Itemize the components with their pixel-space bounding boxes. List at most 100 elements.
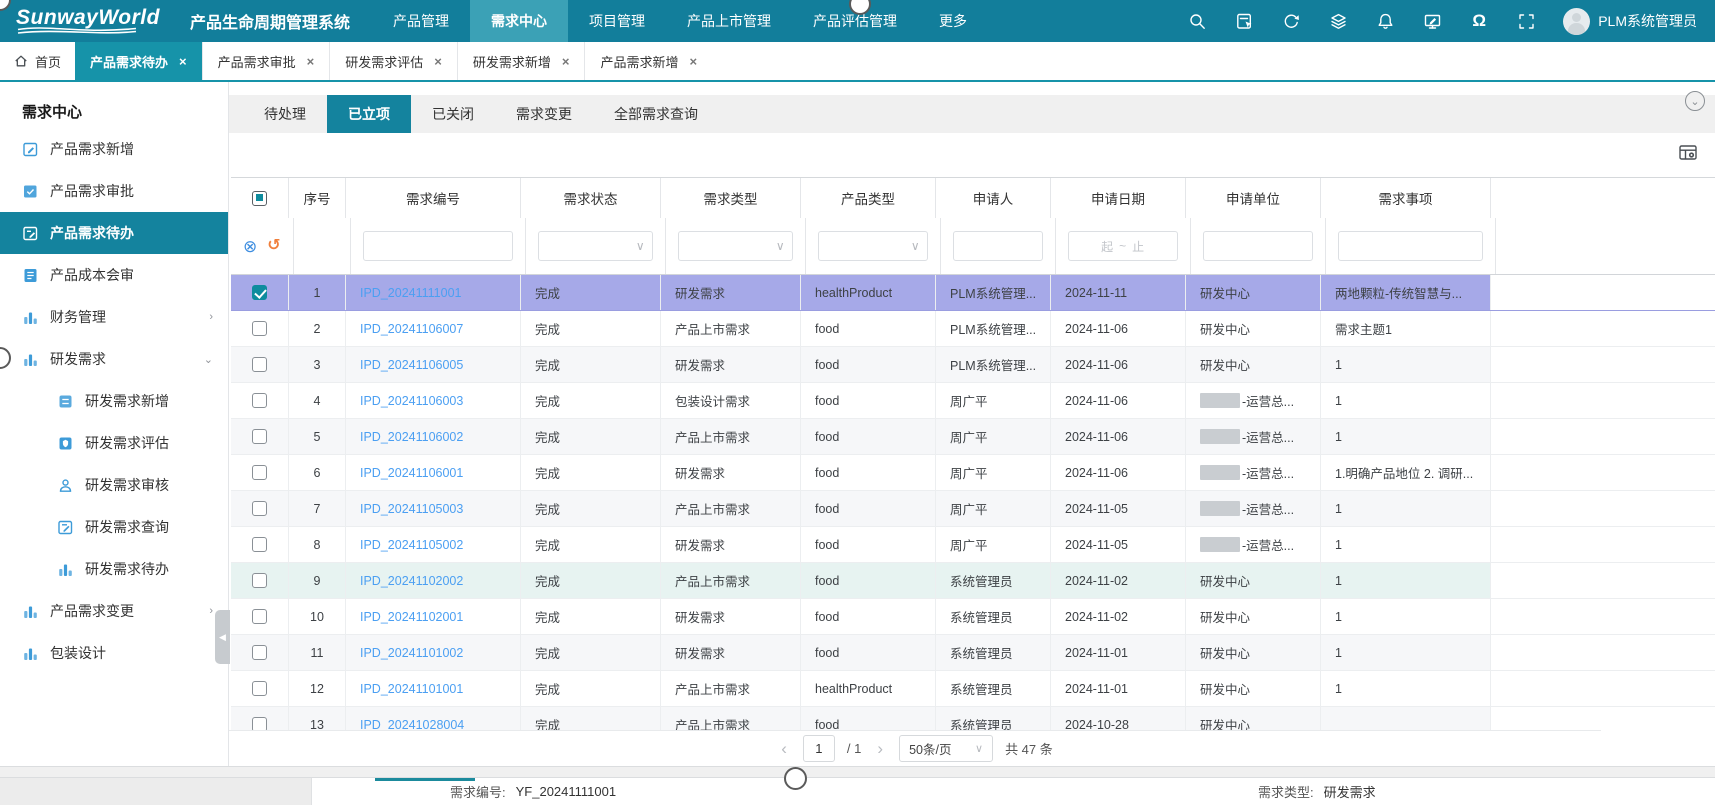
sidebar-item-4[interactable]: 财务管理› xyxy=(0,296,228,338)
search-icon[interactable] xyxy=(1187,11,1207,31)
sidebar-item-1[interactable]: 产品需求审批 xyxy=(0,170,228,212)
filter-daterange-7[interactable]: 起~止 xyxy=(1068,231,1178,261)
page-number-input[interactable]: 1 xyxy=(803,735,835,762)
table-row-6[interactable]: 6 IPD_20241106001 完成 研发需求 food 周广平 2024-… xyxy=(231,455,1715,491)
row-checkbox[interactable] xyxy=(252,645,267,660)
window-tab-3[interactable]: 研发需求新增× xyxy=(457,42,585,80)
sidebar-item-7[interactable]: 研发需求评估 xyxy=(0,422,228,464)
sidebar-item-12[interactable]: 包装设计 xyxy=(0,632,228,674)
row-checkbox[interactable] xyxy=(252,357,267,372)
filter-input-8[interactable] xyxy=(1203,231,1313,261)
sidebar-item-6[interactable]: 研发需求新增 xyxy=(0,380,228,422)
requirement-code-link[interactable]: IPD_20241106001 xyxy=(360,466,463,480)
cell-index: 10 xyxy=(289,599,346,634)
window-tab-0[interactable]: 产品需求待办× xyxy=(75,42,202,80)
close-icon[interactable]: × xyxy=(562,54,570,69)
row-checkbox[interactable] xyxy=(252,393,267,408)
select-all-checkbox[interactable] xyxy=(252,191,267,206)
row-checkbox[interactable] xyxy=(252,609,267,624)
sidebar-item-11[interactable]: 产品需求变更› xyxy=(0,590,228,632)
user-menu[interactable]: PLM系统管理员 xyxy=(1563,8,1697,35)
sidebar-item-10[interactable]: 研发需求待办 xyxy=(0,548,228,590)
table-row-9[interactable]: 9 IPD_20241102002 完成 产品上市需求 food 系统管理员 2… xyxy=(231,563,1715,599)
status-tab-0[interactable]: 待处理 xyxy=(243,95,327,133)
table-row-5[interactable]: 5 IPD_20241106002 完成 产品上市需求 food 周广平 202… xyxy=(231,419,1715,455)
sidebar-item-5[interactable]: 研发需求⌄ xyxy=(0,338,228,380)
filter-select-3[interactable]: ∨ xyxy=(538,231,653,261)
reset-filter-icon[interactable]: ↺ xyxy=(267,238,280,254)
close-icon[interactable]: × xyxy=(179,54,187,69)
fullscreen-icon[interactable] xyxy=(1516,11,1536,31)
close-icon[interactable]: × xyxy=(307,54,315,69)
row-checkbox[interactable] xyxy=(252,321,267,336)
filter-input-6[interactable] xyxy=(953,231,1043,261)
bell-icon[interactable] xyxy=(1375,11,1395,31)
sidebar-item-3[interactable]: 产品成本会审 xyxy=(0,254,228,296)
nav-item-3[interactable]: 产品上市管理 xyxy=(666,0,792,42)
nav-item-2[interactable]: 项目管理 xyxy=(568,0,666,42)
row-checkbox[interactable] xyxy=(252,501,267,516)
table-row-7[interactable]: 7 IPD_20241105003 完成 产品上市需求 food 周广平 202… xyxy=(231,491,1715,527)
table-row-12[interactable]: 12 IPD_20241101001 完成 产品上市需求 healthProdu… xyxy=(231,671,1715,707)
requirement-code-link[interactable]: IPD_20241111001 xyxy=(360,286,461,300)
nav-item-5[interactable]: 更多 xyxy=(918,0,988,42)
table-row-4[interactable]: 4 IPD_20241106003 完成 包装设计需求 food 周广平 202… xyxy=(231,383,1715,419)
prev-page-button[interactable]: ‹ xyxy=(777,739,791,759)
requirement-code-link[interactable]: IPD_20241106005 xyxy=(360,358,463,372)
next-page-button[interactable]: › xyxy=(873,739,887,759)
table-row-3[interactable]: 3 IPD_20241106005 完成 研发需求 food PLM系统管理..… xyxy=(231,347,1715,383)
nav-item-1[interactable]: 需求中心 xyxy=(470,0,568,42)
layers-icon[interactable] xyxy=(1328,11,1348,31)
requirement-code-link[interactable]: IPD_20241101002 xyxy=(360,646,463,660)
cell-date: 2024-11-06 xyxy=(1051,347,1186,382)
table-row-10[interactable]: 10 IPD_20241102001 完成 研发需求 food 系统管理员 20… xyxy=(231,599,1715,635)
requirement-code-link[interactable]: IPD_20241102002 xyxy=(360,574,463,588)
clipboard-cursor-icon[interactable] xyxy=(1234,11,1254,31)
status-tab-3[interactable]: 需求变更 xyxy=(495,95,593,133)
requirement-code-link[interactable]: IPD_20241105003 xyxy=(360,502,463,516)
row-checkbox[interactable] xyxy=(252,465,267,480)
table-row-11[interactable]: 11 IPD_20241101002 完成 研发需求 food 系统管理员 20… xyxy=(231,635,1715,671)
table-row-8[interactable]: 8 IPD_20241105002 完成 研发需求 food 周广平 2024-… xyxy=(231,527,1715,563)
close-icon[interactable]: × xyxy=(689,54,697,69)
nav-item-0[interactable]: 产品管理 xyxy=(372,0,470,42)
refresh-icon[interactable] xyxy=(1281,11,1301,31)
requirement-code-link[interactable]: IPD_20241101001 xyxy=(360,682,463,696)
page-size-select[interactable]: 50条/页 ∨ xyxy=(899,735,993,762)
split-divider[interactable] xyxy=(0,766,1715,778)
row-checkbox[interactable] xyxy=(252,537,267,552)
filter-select-5[interactable]: ∨ xyxy=(818,231,928,261)
requirement-code-link[interactable]: IPD_20241106003 xyxy=(360,394,463,408)
filter-select-4[interactable]: ∨ xyxy=(678,231,793,261)
tab-home[interactable]: 首页 xyxy=(0,42,75,80)
window-tab-1[interactable]: 产品需求审批× xyxy=(202,42,330,80)
close-icon[interactable]: × xyxy=(434,54,442,69)
row-checkbox[interactable] xyxy=(252,285,267,300)
screen-edit-icon[interactable] xyxy=(1422,11,1442,31)
status-tab-2[interactable]: 已关闭 xyxy=(411,95,495,133)
row-checkbox[interactable] xyxy=(252,681,267,696)
filter-input-9[interactable] xyxy=(1338,231,1483,261)
status-tab-4[interactable]: 全部需求查询 xyxy=(593,95,719,133)
status-tab-1[interactable]: 已立项 xyxy=(327,95,411,133)
window-tab-2[interactable]: 研发需求评估× xyxy=(329,42,457,80)
requirement-code-link[interactable]: IPD_20241102001 xyxy=(360,610,463,624)
window-tab-4[interactable]: 产品需求新增× xyxy=(584,42,712,80)
sidebar-collapse-handle[interactable]: ◀ xyxy=(215,610,230,664)
table-settings-icon[interactable] xyxy=(1677,142,1699,164)
table-row-1[interactable]: 1 IPD_20241111001 完成 研发需求 healthProduct … xyxy=(231,275,1715,311)
sidebar-item-0[interactable]: 产品需求新增 xyxy=(0,128,228,170)
row-checkbox[interactable] xyxy=(252,429,267,444)
requirement-code-link[interactable]: IPD_20241106007 xyxy=(360,322,463,336)
requirement-code-link[interactable]: IPD_20241105002 xyxy=(360,538,463,552)
table-row-2[interactable]: 2 IPD_20241106007 完成 产品上市需求 food PLM系统管理… xyxy=(231,311,1715,347)
omega-icon[interactable]: Ω xyxy=(1469,11,1489,31)
sidebar-item-2[interactable]: 产品需求待办 xyxy=(0,212,228,254)
clear-selection-icon[interactable]: ⊗ xyxy=(243,238,257,255)
sidebar-item-9[interactable]: 研发需求查询 xyxy=(0,506,228,548)
filter-input-2[interactable] xyxy=(363,231,513,261)
sidebar-item-8[interactable]: 研发需求审核 xyxy=(0,464,228,506)
requirement-code-link[interactable]: IPD_20241106002 xyxy=(360,430,463,444)
row-checkbox[interactable] xyxy=(252,573,267,588)
tabs-collapse-icon[interactable]: ⌄ xyxy=(1685,91,1705,111)
